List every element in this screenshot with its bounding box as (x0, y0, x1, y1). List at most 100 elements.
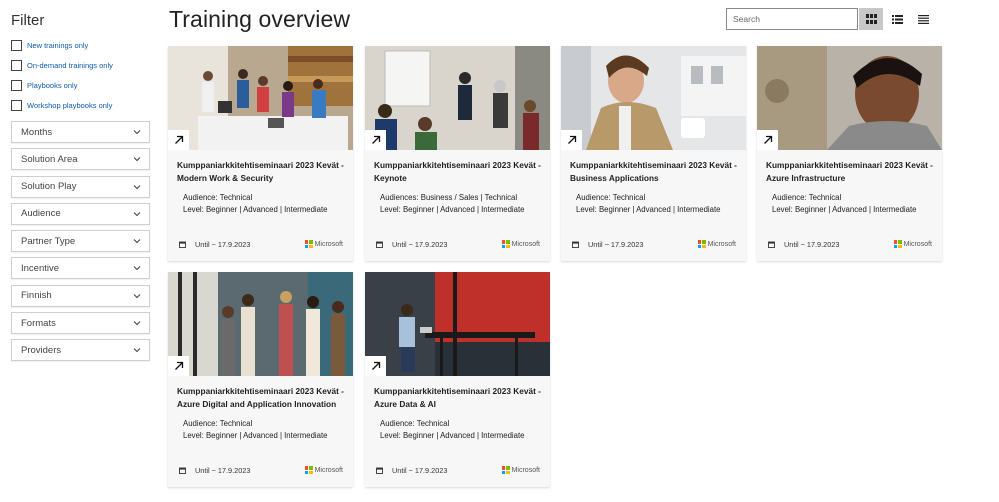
filter-new-trainings[interactable]: New trainings only (11, 35, 151, 55)
filter-playbooks[interactable]: Playbooks only (11, 75, 151, 95)
card-title[interactable]: Kumppaniarkkitehtiseminaari 2023 Kevät -… (374, 159, 544, 185)
list-view-icon (891, 14, 903, 24)
dropdown-label: Partner Type (21, 235, 76, 247)
card-image[interactable] (561, 46, 746, 150)
grid-view-button[interactable] (859, 8, 883, 30)
arrow-up-right-icon (174, 361, 183, 370)
checkbox-label[interactable]: On-demand trainings only (27, 61, 113, 70)
dropdown-solution-area[interactable]: Solution Area (11, 148, 150, 171)
open-link-button[interactable] (365, 130, 386, 150)
arrow-up-right-icon (174, 135, 183, 144)
card-image[interactable] (365, 46, 550, 150)
card-level: Level: Beginner | Advanced | Intermediat… (380, 204, 525, 214)
card-footer: Until ~ 17.9.2023 Microsoft (179, 238, 343, 250)
checkbox[interactable] (11, 59, 22, 71)
dropdown-formats[interactable]: Formats (11, 312, 150, 335)
training-card[interactable]: Kumppaniarkkitehtiseminaari 2023 Kevät -… (168, 46, 353, 261)
dropdown-label: Providers (21, 344, 62, 356)
card-title[interactable]: Kumppaniarkkitehtiseminaari 2023 Kevät -… (374, 385, 544, 411)
dropdown-months[interactable]: Months (11, 121, 150, 143)
open-link-button[interactable] (561, 130, 582, 150)
dropdown-label: Audience (21, 208, 61, 220)
card-meta: Audience: Technical Level: Beginner | Ad… (183, 192, 328, 215)
chevron-down-icon (133, 321, 141, 326)
training-card[interactable]: Kumppaniarkkitehtiseminaari 2023 Kevät -… (365, 272, 550, 487)
checkbox[interactable] (11, 39, 22, 51)
checkbox-label[interactable]: Workshop playbooks only (27, 101, 112, 110)
open-link-button[interactable] (365, 356, 386, 376)
open-link-button[interactable] (168, 130, 189, 150)
microsoft-logo-icon (893, 240, 902, 248)
card-image[interactable] (757, 46, 942, 150)
card-audience: Audience: Technical (772, 193, 842, 202)
microsoft-logo-icon (304, 240, 313, 248)
provider-badge: Microsoft (501, 240, 540, 248)
dropdown-providers[interactable]: Providers (11, 339, 150, 362)
card-title[interactable]: Kumppaniarkkitehtiseminaari 2023 Kevät -… (177, 385, 347, 411)
filter-on-demand[interactable]: On-demand trainings only (11, 55, 151, 75)
dropdown-partner-type[interactable]: Partner Type (11, 230, 150, 253)
compact-list-button[interactable] (911, 8, 935, 30)
microsoft-logo-icon (501, 240, 510, 248)
card-title[interactable]: Kumppaniarkkitehtiseminaari 2023 Kevät -… (177, 159, 347, 185)
training-card[interactable]: Kumppaniarkkitehtiseminaari 2023 Kevät -… (365, 46, 550, 261)
card-image[interactable] (168, 46, 353, 150)
microsoft-logo-icon (697, 240, 706, 248)
card-level: Level: Beginner | Advanced | Intermediat… (772, 204, 917, 214)
dropdown-audience[interactable]: Audience (11, 202, 150, 225)
dropdown-label: Incentive (21, 262, 60, 274)
provider-name: Microsoft (314, 466, 343, 474)
dropdown-label: Solution Play (21, 181, 77, 193)
card-footer: Until ~ 17.9.2023 Microsoft (572, 238, 736, 250)
filter-sidebar: Filter New trainings only On-demand trai… (11, 10, 151, 367)
provider-name: Microsoft (511, 240, 540, 248)
training-card[interactable]: Kumppaniarkkitehtiseminaari 2023 Kevät -… (561, 46, 746, 261)
card-meta: Audience: Technical Level: Beginner | Ad… (183, 418, 328, 441)
filter-dropdown-list: Months Solution Area Solution Play Audie… (11, 121, 151, 362)
card-until-date: Until ~ 17.9.2023 (784, 239, 840, 249)
card-image[interactable] (168, 272, 353, 376)
card-audience: Audiences: Business / Sales | Technical (380, 193, 518, 202)
provider-badge: Microsoft (697, 240, 736, 248)
open-link-button[interactable] (168, 356, 189, 376)
page-title: Training overview (169, 6, 351, 32)
dropdown-label: Solution Area (21, 153, 78, 165)
card-audience: Audience: Technical (380, 419, 450, 428)
chevron-down-icon (133, 212, 141, 217)
filter-workshop-playbooks[interactable]: Workshop playbooks only (11, 95, 151, 115)
dropdown-incentive[interactable]: Incentive (11, 257, 150, 280)
dropdown-finnish[interactable]: Finnish (11, 284, 150, 307)
training-card[interactable]: Kumppaniarkkitehtiseminaari 2023 Kevät -… (757, 46, 942, 261)
provider-name: Microsoft (903, 240, 932, 248)
provider-badge: Microsoft (304, 466, 343, 474)
card-level: Level: Beginner | Advanced | Intermediat… (183, 204, 328, 214)
card-footer: Until ~ 17.9.2023 Microsoft (768, 238, 932, 250)
calendar-icon (572, 241, 579, 248)
checkbox[interactable] (11, 79, 22, 91)
card-level: Level: Beginner | Advanced | Intermediat… (380, 430, 525, 440)
checkbox[interactable] (11, 99, 22, 111)
filter-title: Filter (11, 12, 45, 29)
card-title[interactable]: Kumppaniarkkitehtiseminaari 2023 Kevät -… (766, 159, 936, 185)
card-footer: Until ~ 17.9.2023 Microsoft (376, 464, 540, 476)
filter-checkbox-list: New trainings only On-demand trainings o… (11, 35, 151, 115)
provider-name: Microsoft (707, 240, 736, 248)
dropdown-solution-play[interactable]: Solution Play (11, 175, 150, 198)
checkbox-label[interactable]: New trainings only (27, 41, 88, 50)
card-meta: Audience: Technical Level: Beginner | Ad… (380, 418, 525, 441)
arrow-up-right-icon (371, 135, 380, 144)
provider-badge: Microsoft (893, 240, 932, 248)
chevron-down-icon (133, 266, 141, 271)
provider-name: Microsoft (314, 240, 343, 248)
card-footer: Until ~ 17.9.2023 Microsoft (179, 464, 343, 476)
microsoft-logo-icon (501, 466, 510, 474)
dropdown-label: Finnish (21, 290, 52, 302)
checkbox-label[interactable]: Playbooks only (27, 81, 77, 90)
card-image[interactable] (365, 272, 550, 376)
calendar-icon (376, 467, 383, 474)
search-input[interactable] (726, 8, 858, 30)
open-link-button[interactable] (757, 130, 778, 150)
list-view-button[interactable] (885, 8, 909, 30)
card-title[interactable]: Kumppaniarkkitehtiseminaari 2023 Kevät -… (570, 159, 740, 185)
training-card[interactable]: Kumppaniarkkitehtiseminaari 2023 Kevät -… (168, 272, 353, 487)
